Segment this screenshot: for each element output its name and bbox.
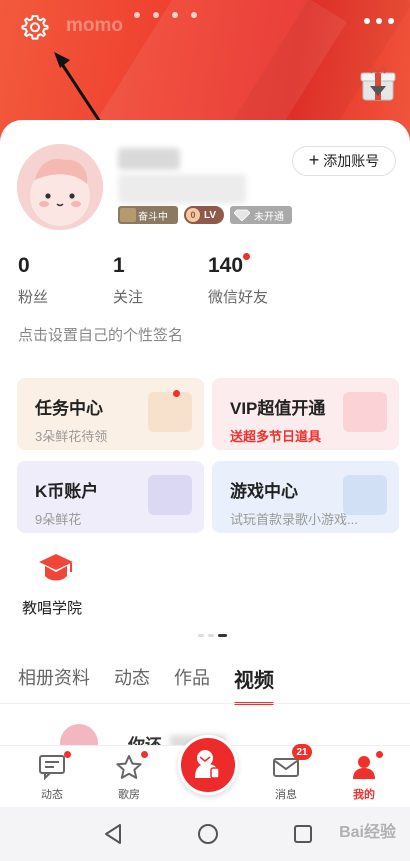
vip-badge[interactable]: 未开通 — [230, 206, 293, 224]
record-button[interactable] — [178, 735, 238, 795]
stat-following[interactable]: 1 关注 — [113, 254, 208, 307]
microphone-mascot-icon — [195, 750, 220, 779]
stat-fans[interactable]: 0 粉丝 — [18, 254, 113, 307]
stat-label: 粉丝 — [18, 289, 49, 306]
tiles-page-indicator — [198, 634, 227, 637]
plus-icon: + — [308, 150, 320, 170]
nav-label: 我的 — [353, 789, 375, 801]
signature-prompt[interactable]: 点击设置自己的个性签名 — [18, 324, 183, 345]
recents-icon[interactable] — [290, 821, 316, 847]
page-dot — [134, 12, 140, 18]
notification-dot — [376, 751, 383, 758]
notification-dot — [173, 390, 180, 397]
content-tabs: 相册资料 动态 作品 视频 — [18, 664, 274, 705]
lv-number: 0 — [186, 208, 200, 222]
vip-heart-icon — [343, 392, 387, 432]
vip-tile[interactable]: VIP超值开通 送超多节日道具 — [212, 378, 399, 450]
person-icon — [350, 751, 383, 780]
page-dot — [208, 634, 214, 637]
page-dot-active — [218, 634, 227, 637]
profile-card: + 添加账号 奋斗中 0 LV 未开通 0 粉丝 1 关注 140 微信好友 点… — [0, 120, 410, 745]
diamond-icon — [234, 209, 251, 221]
back-icon[interactable] — [100, 821, 126, 847]
page-dot — [153, 12, 159, 18]
vip-badge-label: 未开通 — [254, 211, 285, 223]
chat-icon — [38, 751, 71, 781]
badge-row: 奋斗中 0 LV 未开通 — [118, 206, 293, 224]
nav-label: 歌房 — [118, 789, 140, 801]
avatar[interactable] — [17, 144, 103, 230]
game-center-tile[interactable]: 游戏中心 试玩首款录歌小游戏... — [212, 461, 399, 533]
nav-moments[interactable]: 动态 — [22, 751, 82, 802]
tab-works[interactable]: 作品 — [174, 664, 210, 693]
nav-label: 动态 — [41, 789, 63, 801]
feature-tiles: 任务中心 3朵鲜花待领 VIP超值开通 送超多节日道具 K币账户 9朵鲜花 游戏… — [17, 378, 399, 533]
gift-box-icon[interactable] — [358, 64, 398, 104]
gamepad-icon — [343, 475, 387, 515]
notification-dot — [243, 253, 251, 260]
stat-value: 1 — [113, 254, 125, 277]
page-dot — [198, 634, 204, 637]
notification-dot — [141, 751, 148, 758]
username-blurred — [118, 148, 180, 170]
more-dot — [376, 18, 382, 24]
add-account-label: 添加账号 — [323, 153, 380, 169]
nav-messages[interactable]: 21 消息 — [256, 744, 316, 802]
singing-academy-entry[interactable]: 教唱学院 — [22, 552, 92, 618]
home-icon[interactable] — [195, 821, 221, 847]
nav-me[interactable]: 我的 — [334, 751, 394, 802]
nav-rooms[interactable]: 歌房 — [99, 751, 159, 802]
more-dot — [388, 18, 394, 24]
stat-value: 140 — [208, 254, 244, 277]
gear-icon[interactable] — [20, 12, 50, 42]
calendar-icon — [148, 392, 192, 432]
avatar — [60, 724, 98, 745]
mail-icon: 21 — [272, 744, 312, 780]
more-dot — [364, 18, 370, 24]
crown-icon — [120, 208, 136, 222]
more-menu-button[interactable] — [362, 12, 396, 30]
academy-label: 教唱学院 — [22, 600, 83, 617]
nav-label: 消息 — [275, 789, 297, 801]
divider — [0, 703, 410, 704]
page-dot — [172, 12, 178, 18]
page-dot — [191, 12, 197, 18]
stat-value: 0 — [18, 254, 30, 277]
watermark-text: Bai经验 — [339, 824, 396, 841]
lv-label: LV — [204, 209, 217, 221]
wallet-icon — [148, 475, 192, 515]
stat-label: 微信好友 — [208, 289, 269, 306]
stat-label: 关注 — [113, 289, 144, 306]
tab-album-profile[interactable]: 相册资料 — [18, 664, 90, 693]
level-badge-label: 奋斗中 — [138, 211, 168, 223]
notification-dot — [64, 751, 71, 758]
partial-text: 你还 — [128, 735, 162, 746]
lv-badge[interactable]: 0 LV — [184, 206, 225, 224]
star-icon — [115, 751, 148, 780]
add-account-button[interactable]: + 添加账号 — [292, 146, 396, 176]
graduation-cap-icon — [39, 554, 73, 581]
tab-videos[interactable]: 视频 — [234, 664, 274, 705]
stats-row: 0 粉丝 1 关注 140 微信好友 — [18, 253, 303, 307]
stat-value-wrap: 140 — [208, 253, 251, 278]
stat-wechat-friends[interactable]: 140 微信好友 — [208, 253, 303, 307]
avatar-image — [17, 144, 103, 230]
user-id-blurred — [118, 174, 246, 204]
level-badge[interactable]: 奋斗中 — [118, 206, 178, 224]
unread-count-badge: 21 — [292, 744, 312, 760]
header-page-dots — [134, 12, 197, 18]
tab-moments[interactable]: 动态 — [114, 664, 150, 693]
kcoin-account-tile[interactable]: K币账户 9朵鲜花 — [17, 461, 204, 533]
header-username: momo — [66, 15, 123, 36]
task-center-tile[interactable]: 任务中心 3朵鲜花待领 — [17, 378, 204, 450]
